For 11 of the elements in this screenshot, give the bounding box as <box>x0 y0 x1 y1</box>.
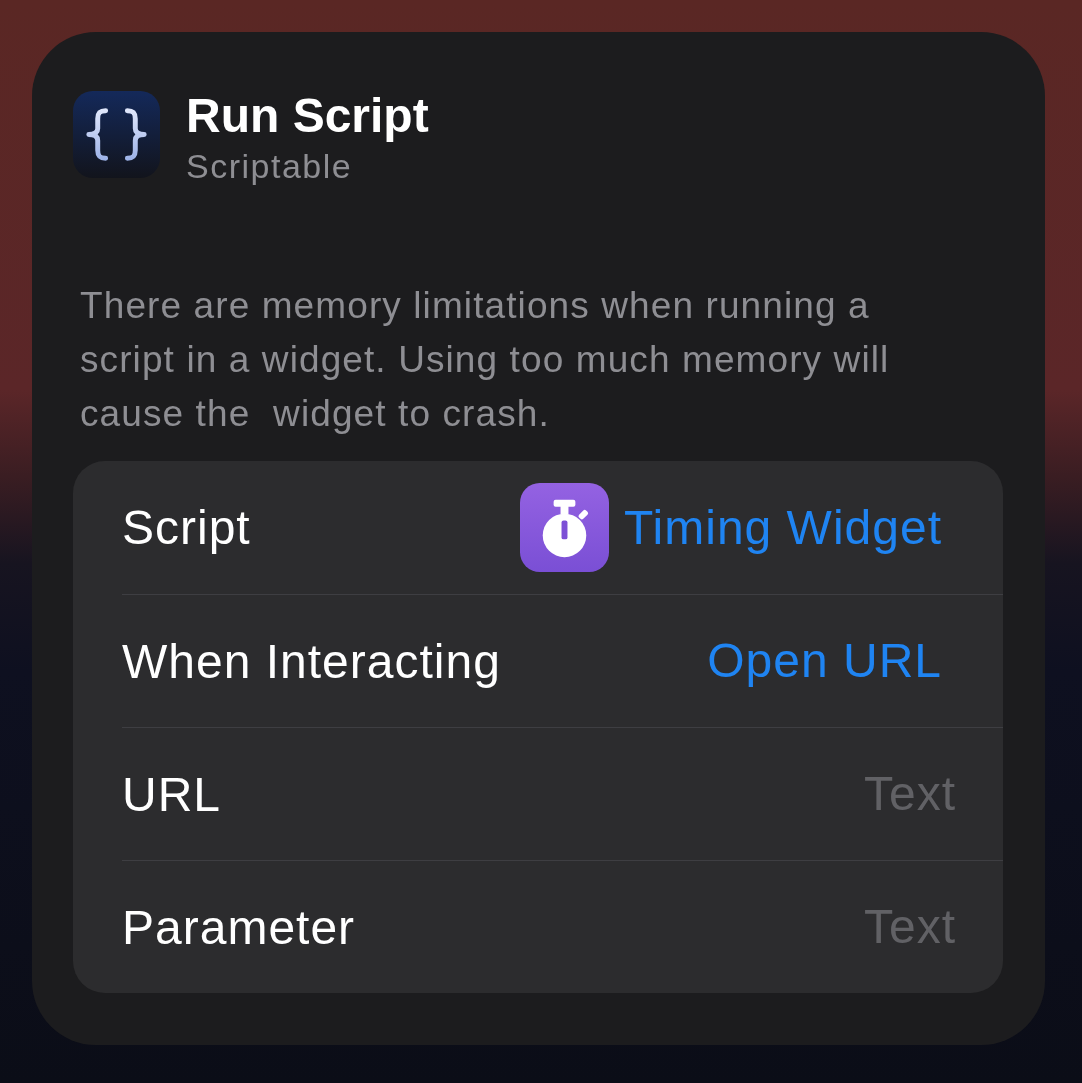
script-picker[interactable]: Timing Widget <box>624 499 942 556</box>
row-label: Script <box>122 500 251 555</box>
action-title: Run Script <box>186 91 429 141</box>
stopwatch-icon <box>520 483 610 572</box>
row-label: When Interacting <box>122 633 501 689</box>
row-label: Parameter <box>122 899 356 955</box>
braces-icon <box>73 91 160 178</box>
row-label: URL <box>122 766 222 822</box>
description-text: There are memory limitations when running a script in a widget. Using too much memory will cause the widget to crash. <box>80 284 891 436</box>
option-picker[interactable]: Open URL <box>707 633 942 689</box>
app-name: Scriptable <box>186 146 353 186</box>
